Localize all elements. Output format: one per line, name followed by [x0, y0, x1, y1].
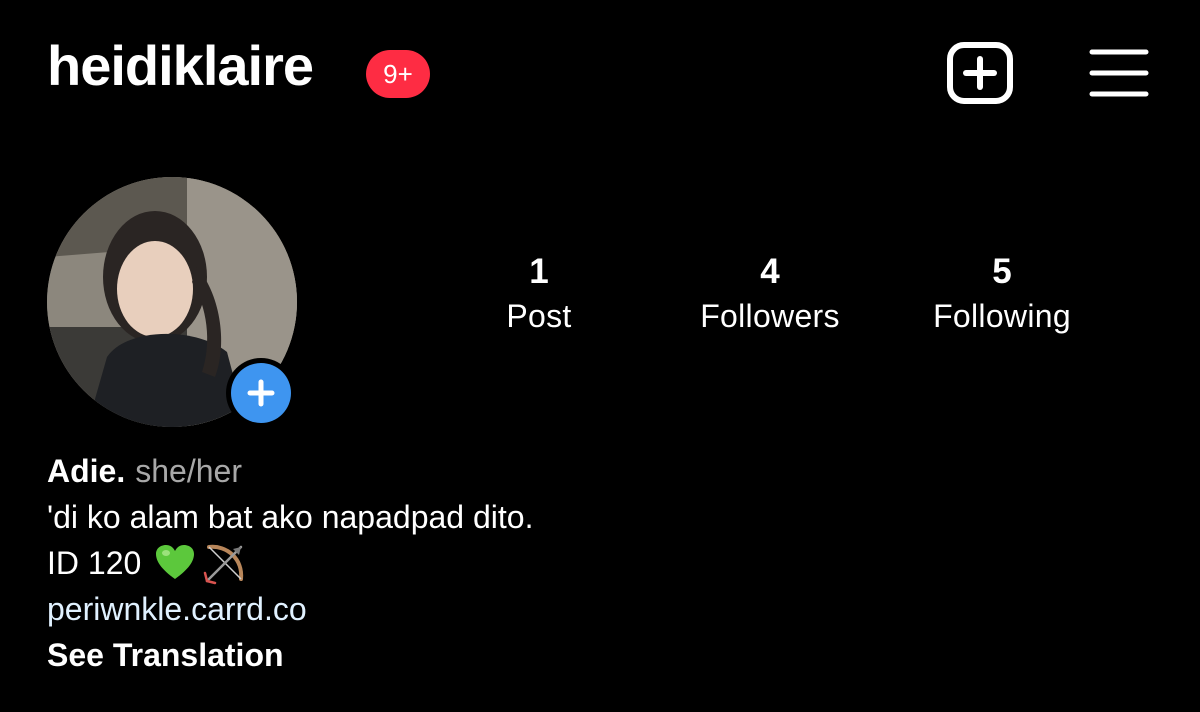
green-heart-icon — [156, 545, 195, 579]
stat-posts[interactable]: 1 Post — [439, 250, 639, 338]
hamburger-menu-icon — [1089, 49, 1149, 97]
stat-following[interactable]: 5 Following — [902, 250, 1102, 338]
profile-username[interactable]: heidiklaire — [47, 38, 314, 94]
notification-badge[interactable]: 9+ — [366, 50, 430, 98]
bio-name-line: Adie. she/her — [47, 448, 947, 494]
add-story-button[interactable] — [226, 358, 296, 428]
new-post-button[interactable] — [946, 42, 1014, 104]
stat-followers[interactable]: 4 Followers — [670, 250, 870, 338]
following-label: Following — [933, 298, 1071, 334]
display-name: Adie. — [47, 453, 126, 489]
bio-id-text: ID 120 — [47, 545, 142, 581]
bow-and-arrow-icon — [204, 544, 244, 585]
followers-label: Followers — [700, 298, 840, 334]
posts-count: 1 — [529, 252, 549, 291]
bio-id-line: ID 120 — [47, 540, 947, 586]
see-translation-link[interactable]: See Translation — [47, 632, 947, 678]
bio-text-line: 'di ko alam bat ako napadpad dito. — [47, 499, 534, 535]
menu-button[interactable] — [1089, 48, 1149, 98]
add-story-plus-icon — [247, 379, 275, 407]
following-count: 5 — [992, 252, 1012, 291]
plus-square-icon — [947, 42, 1013, 104]
profile-bio: Adie. she/her 'di ko alam bat ako napadpa… — [47, 448, 947, 678]
posts-label: Post — [506, 298, 572, 334]
followers-count: 4 — [760, 252, 780, 291]
pronouns: she/her — [135, 453, 242, 489]
bio-link[interactable]: periwnkle.carrd.co — [47, 586, 947, 632]
